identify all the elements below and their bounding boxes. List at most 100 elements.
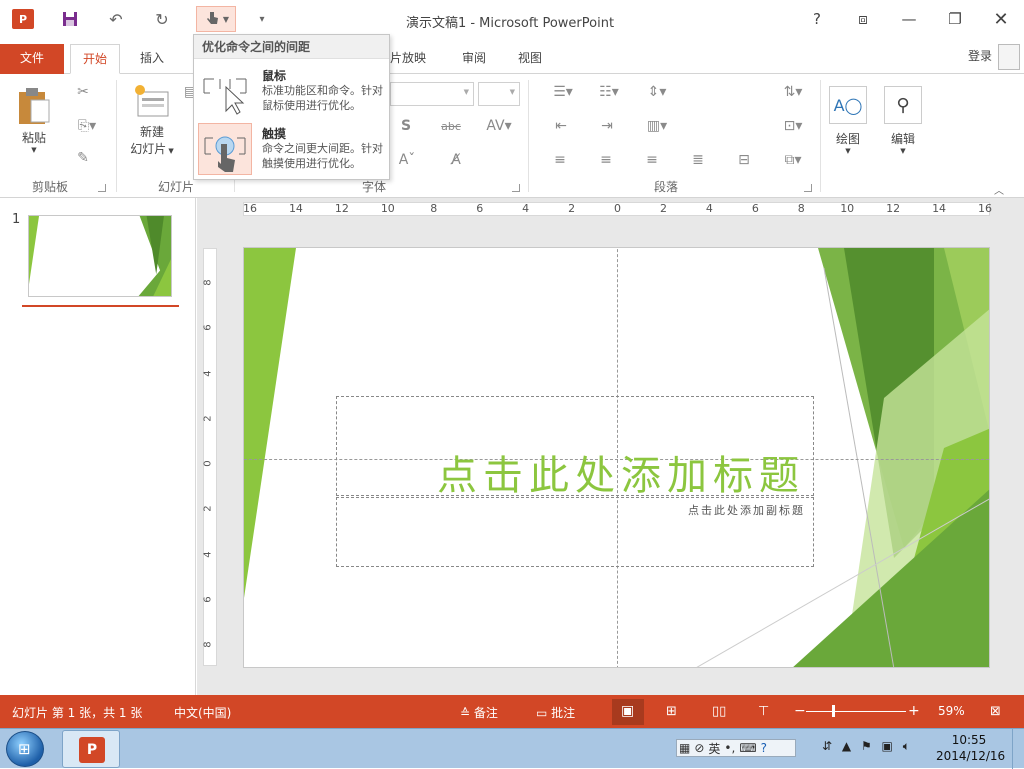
clear-format-icon: A̸ bbox=[451, 152, 461, 168]
subtitle-placeholder[interactable]: 点击此处添加副标题 bbox=[336, 497, 814, 567]
zoom-slider-thumb[interactable] bbox=[832, 705, 835, 717]
language-status[interactable]: 中文(中国) bbox=[174, 704, 231, 721]
paragraph-launcher-icon[interactable] bbox=[804, 184, 812, 192]
distributed-icon: ⊟ bbox=[738, 152, 750, 168]
increase-indent-button[interactable]: ⇥ bbox=[594, 118, 620, 134]
drawing-button[interactable]: A◯ 绘图 ▼ bbox=[828, 86, 868, 155]
title-bar: P ↶ ↻ ▼ ▾ 演示文稿1 - Microsoft PowerPoint ?… bbox=[0, 0, 1024, 40]
clipboard-launcher-icon[interactable] bbox=[98, 184, 106, 192]
restore-button[interactable]: ❐ bbox=[940, 8, 970, 30]
powerpoint-logo-icon[interactable]: P bbox=[12, 9, 34, 29]
clock[interactable]: 10:55 2014/12/16 bbox=[936, 732, 1005, 764]
distributed-button[interactable]: ⊟ bbox=[732, 152, 756, 168]
fit-window-icon: ⊠ bbox=[990, 704, 1001, 719]
flag-icon[interactable]: ⚑ bbox=[861, 739, 872, 753]
mouse-mode-option[interactable]: 鼠标 标准功能区和命令。针对鼠标使用进行优化。 bbox=[196, 63, 387, 119]
bullets-button[interactable]: ☰▾ bbox=[548, 84, 578, 100]
minimize-button[interactable]: — bbox=[894, 8, 924, 30]
start-button[interactable]: ⊞ bbox=[6, 731, 44, 767]
slide-canvas[interactable]: 点击此处添加标题 点击此处添加副标题 bbox=[243, 247, 990, 668]
notes-button[interactable]: ≙ 备注 bbox=[460, 704, 498, 721]
redo-button[interactable]: ↻ bbox=[148, 6, 176, 32]
touch-mouse-mode-button[interactable]: ▼ bbox=[196, 6, 236, 32]
login-link[interactable]: 登录 bbox=[968, 47, 992, 64]
ruler-tick-label: 0 bbox=[614, 202, 621, 215]
ruler-tick-label: 6 bbox=[751, 202, 759, 215]
close-button[interactable]: ✕ bbox=[986, 8, 1016, 30]
align-left-button[interactable]: ≡ bbox=[548, 152, 572, 168]
tray-icon-1[interactable]: ⇵ bbox=[822, 739, 832, 753]
slide-sorter-view-button[interactable]: ⊞ bbox=[666, 704, 677, 719]
ruler-tick-label: 14 bbox=[932, 202, 947, 215]
tab-home[interactable]: 开始 bbox=[70, 44, 121, 74]
columns-button[interactable]: ▥▾ bbox=[642, 118, 672, 134]
reading-view-button[interactable]: ▯▯ bbox=[712, 704, 726, 719]
editing-button[interactable]: ⚲ 编辑 ▼ bbox=[882, 86, 924, 155]
align-right-button[interactable]: ≡ bbox=[640, 152, 664, 168]
ime-toolbar[interactable]: ▦ ⊘ 英 •, ⌨ ? bbox=[676, 739, 796, 757]
align-center-button[interactable]: ≡ bbox=[594, 152, 618, 168]
fit-slide-button[interactable]: ⊠ bbox=[990, 704, 1001, 719]
help-button[interactable]: ? bbox=[802, 8, 832, 30]
slideshow-view-button[interactable]: ⊤ bbox=[758, 704, 769, 719]
zoom-out-button[interactable]: − bbox=[794, 703, 806, 719]
undo-button[interactable]: ↶ bbox=[102, 6, 130, 32]
format-painter-button[interactable]: ✎ bbox=[72, 150, 94, 166]
customize-quick-access-button[interactable]: ▾ bbox=[248, 6, 276, 32]
font-size-combo[interactable]: ▼ bbox=[478, 82, 520, 106]
volume-icon[interactable]: 🔈︎ bbox=[903, 739, 910, 753]
ruler-tick-label: 4 bbox=[202, 369, 214, 377]
taskbar-powerpoint-button[interactable]: P bbox=[62, 730, 120, 768]
save-icon bbox=[63, 12, 77, 26]
paragraph-group-label: 段落 bbox=[653, 180, 678, 194]
text-direction-button[interactable]: ⇅▾ bbox=[778, 84, 808, 100]
font-launcher-icon[interactable] bbox=[512, 184, 520, 192]
paste-button[interactable]: 粘贴 ▼ bbox=[14, 86, 54, 154]
comments-button[interactable]: ▭ 批注 bbox=[536, 704, 575, 721]
touch-mode-description: 命令之间更大间距。针对触摸使用进行优化。 bbox=[262, 142, 383, 170]
numbering-icon: ☷▾ bbox=[599, 84, 619, 100]
numbering-button[interactable]: ☷▾ bbox=[594, 84, 624, 100]
network-icon[interactable]: ▣ bbox=[882, 739, 893, 753]
show-desktop-button[interactable] bbox=[1012, 729, 1024, 769]
font-name-combo[interactable]: ▼ bbox=[390, 82, 474, 106]
strikethrough-button[interactable]: abc bbox=[438, 120, 464, 133]
tray-expand-icon[interactable]: ▲ bbox=[842, 739, 851, 753]
line-spacing-button[interactable]: ⇕▾ bbox=[642, 84, 672, 100]
copy-button[interactable]: ⎘▾ bbox=[72, 118, 102, 134]
tab-insert[interactable]: 插入 bbox=[128, 44, 176, 74]
change-case-button[interactable]: Aˇ bbox=[398, 152, 416, 168]
new-slide-button[interactable]: 新建 幻灯片 ▼ bbox=[124, 84, 180, 157]
scissors-icon: ✂ bbox=[77, 84, 89, 100]
tab-file[interactable]: 文件 bbox=[0, 44, 64, 74]
title-placeholder[interactable]: 点击此处添加标题 bbox=[336, 396, 814, 499]
subtitle-placeholder-text: 点击此处添加副标题 bbox=[688, 504, 805, 517]
ribbon-display-icon: ⧈ bbox=[858, 10, 868, 28]
char-spacing-button[interactable]: AV▾ bbox=[484, 118, 514, 134]
cut-button[interactable]: ✂ bbox=[72, 84, 94, 100]
zoom-in-button[interactable]: + bbox=[908, 703, 920, 719]
save-button[interactable] bbox=[56, 6, 84, 32]
align-text-button[interactable]: ⊡▾ bbox=[778, 118, 808, 134]
touch-mode-option[interactable]: 触摸 命令之间更大间距。针对触摸使用进行优化。 bbox=[196, 121, 387, 177]
touch-mode-icon bbox=[198, 123, 252, 175]
zoom-level[interactable]: 59% bbox=[938, 704, 965, 718]
normal-view-button[interactable]: ▣ bbox=[612, 699, 644, 725]
smartart-button[interactable]: ⧉▾ bbox=[778, 152, 808, 168]
tab-view[interactable]: 视图 bbox=[506, 44, 554, 74]
collapse-ribbon-button[interactable]: ︿ bbox=[994, 182, 1004, 197]
text-shadow-button[interactable]: S bbox=[396, 118, 416, 134]
slide-count-status[interactable]: 幻灯片 第 1 张，共 1 张 bbox=[12, 704, 142, 721]
decrease-indent-button[interactable]: ⇤ bbox=[548, 118, 574, 134]
slide-thumbnail[interactable] bbox=[28, 215, 172, 297]
tab-review[interactable]: 审阅 bbox=[450, 44, 498, 74]
avatar[interactable] bbox=[998, 44, 1020, 70]
slide-insert-indicator bbox=[22, 305, 179, 307]
chevron-up-icon: ︿ bbox=[994, 186, 1004, 197]
zoom-slider[interactable] bbox=[806, 711, 906, 712]
clear-formatting-button[interactable]: A̸ bbox=[446, 152, 466, 168]
notes-label: 备注 bbox=[473, 706, 498, 720]
ribbon-display-options-button[interactable]: ⧈ bbox=[848, 8, 878, 30]
windows-logo-icon: ⊞ bbox=[18, 740, 31, 758]
justify-button[interactable]: ≣ bbox=[686, 152, 710, 168]
